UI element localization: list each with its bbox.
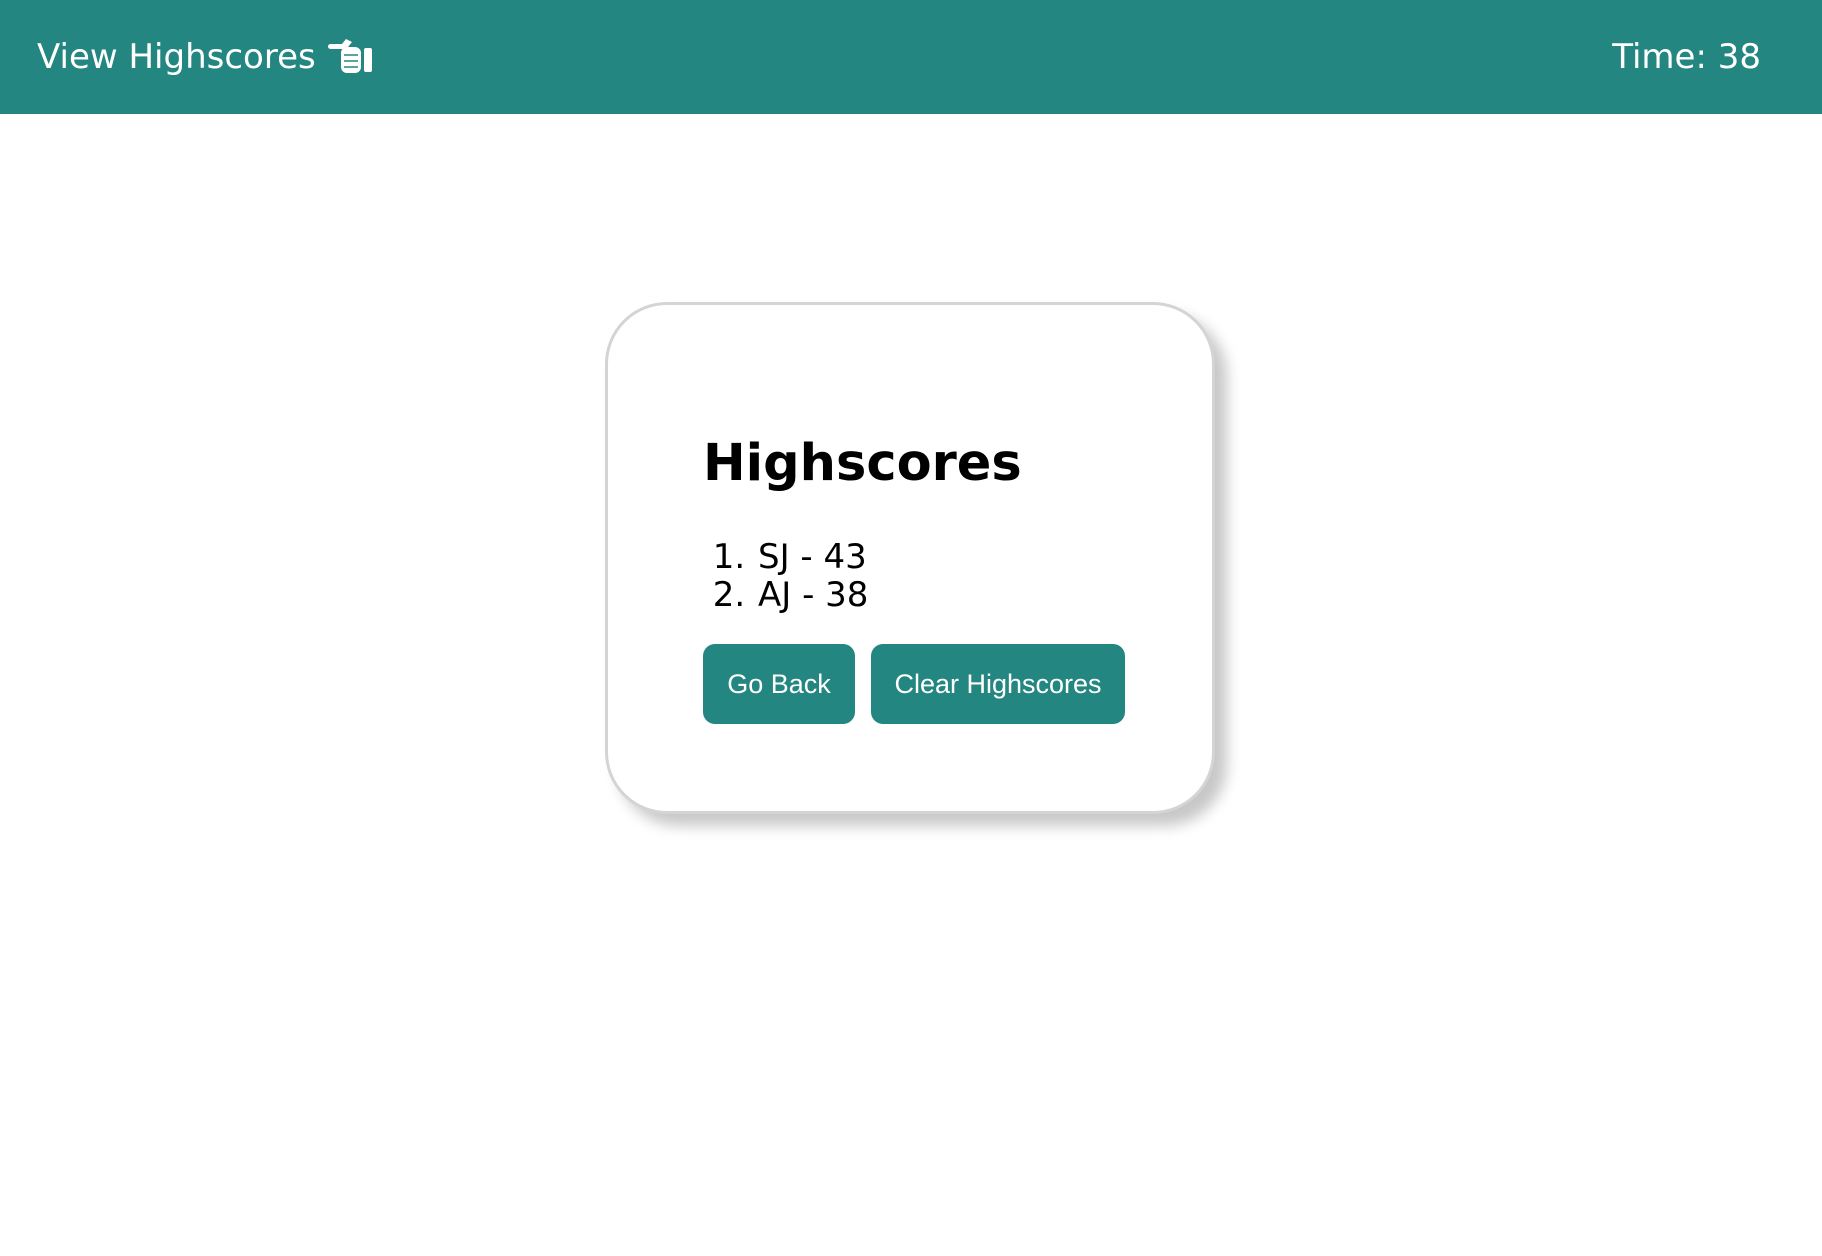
highscores-title: Highscores — [703, 434, 1022, 493]
list-item: SJ - 43 — [756, 538, 868, 576]
highscores-list: SJ - 43 AJ - 38 — [703, 538, 868, 614]
list-item: AJ - 38 — [756, 576, 868, 614]
top-bar: View Highscores Time: 38 — [0, 0, 1822, 114]
view-highscores-link[interactable]: View Highscores — [37, 0, 374, 114]
view-highscores-label: View Highscores — [37, 37, 316, 77]
go-back-button[interactable]: Go Back — [703, 644, 855, 724]
highscores-card: Highscores SJ - 43 AJ - 38 Go Back Clear… — [605, 302, 1215, 814]
clear-highscores-button[interactable]: Clear Highscores — [871, 644, 1125, 724]
timer: Time: 38 — [1612, 37, 1761, 77]
pointing-hand-icon — [327, 38, 374, 76]
